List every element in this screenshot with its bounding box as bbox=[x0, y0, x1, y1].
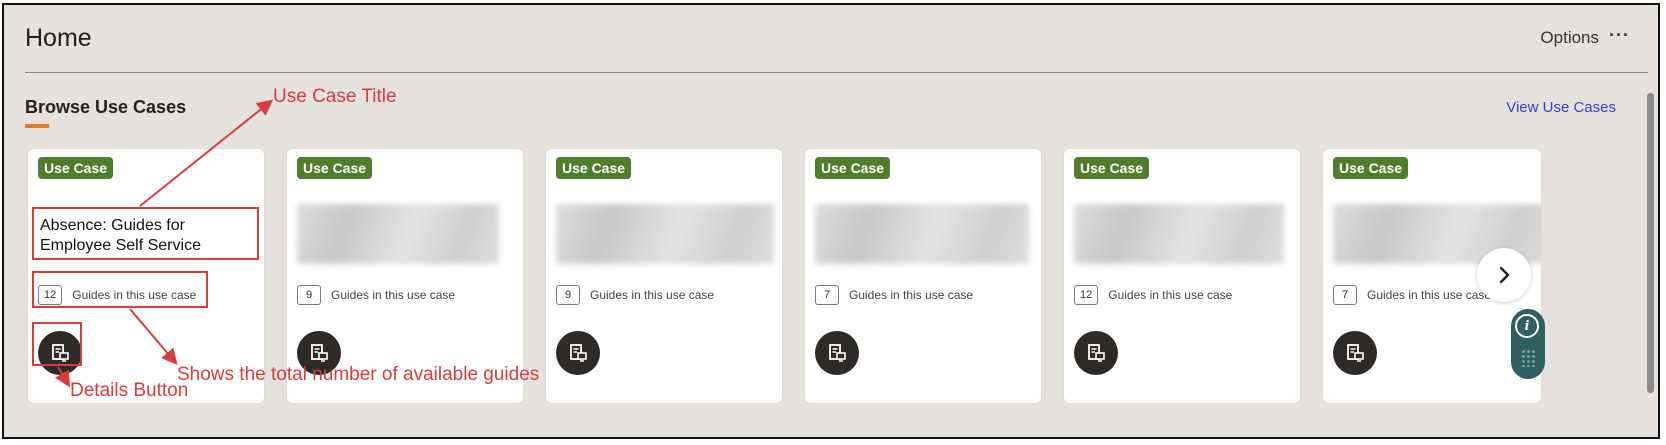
guides-info: 9 Guides in this use case bbox=[556, 285, 714, 305]
use-case-card[interactable]: Use Case 7 Guides in this use case bbox=[805, 149, 1041, 403]
guides-label: Guides in this use case bbox=[1367, 288, 1492, 302]
document-view-icon bbox=[1347, 344, 1364, 362]
annotation-title-box bbox=[32, 207, 259, 260]
details-button[interactable] bbox=[1333, 331, 1377, 375]
use-case-badge: Use Case bbox=[297, 157, 373, 179]
guides-label: Guides in this use case bbox=[331, 288, 456, 302]
guides-info: 12 Guides in this use case bbox=[1074, 285, 1232, 305]
use-case-badge: Use Case bbox=[1333, 157, 1409, 179]
use-case-title-blurred[interactable] bbox=[556, 204, 774, 264]
guides-info: 9 Guides in this use case bbox=[297, 285, 455, 305]
use-case-title-blurred[interactable] bbox=[815, 204, 1029, 264]
help-widget[interactable]: i bbox=[1511, 309, 1545, 379]
guides-info: 7 Guides in this use case bbox=[815, 285, 973, 305]
document-view-icon bbox=[570, 344, 587, 362]
view-use-cases-link[interactable]: View Use Cases bbox=[1506, 99, 1616, 116]
guides-label: Guides in this use case bbox=[590, 288, 715, 302]
document-view-icon bbox=[829, 344, 846, 362]
guides-count: 9 bbox=[297, 285, 321, 305]
guides-label: Guides in this use case bbox=[1108, 288, 1233, 302]
details-button[interactable] bbox=[1074, 331, 1118, 375]
use-case-title-blurred[interactable] bbox=[297, 204, 499, 264]
page-title: Home bbox=[25, 24, 92, 52]
use-case-title-blurred[interactable] bbox=[1074, 204, 1284, 264]
use-case-badge: Use Case bbox=[556, 157, 632, 179]
guides-label: Guides in this use case bbox=[849, 288, 974, 302]
annotation-total-guides: Shows the total number of available guid… bbox=[177, 364, 540, 385]
annotation-guides-box bbox=[32, 271, 208, 308]
info-icon[interactable]: i bbox=[1515, 314, 1539, 338]
guides-count: 12 bbox=[1074, 285, 1099, 305]
options-menu[interactable]: Options ··· bbox=[1540, 25, 1630, 48]
use-case-badge: Use Case bbox=[38, 157, 114, 179]
carousel-next-button[interactable] bbox=[1477, 248, 1531, 302]
grid-dots-icon[interactable] bbox=[1521, 349, 1535, 367]
chevron-right-icon bbox=[1499, 266, 1510, 284]
guides-count: 9 bbox=[556, 285, 580, 305]
annotation-use-case-title: Use Case Title bbox=[273, 86, 397, 107]
details-button[interactable] bbox=[556, 331, 600, 375]
use-case-badge: Use Case bbox=[1074, 157, 1150, 179]
document-view-icon bbox=[311, 344, 328, 362]
annotation-details-button: Details Button bbox=[70, 380, 189, 401]
more-dots-icon[interactable]: ··· bbox=[1609, 25, 1630, 46]
options-label: Options bbox=[1540, 28, 1600, 47]
use-case-card[interactable]: Use Case 9 Guides in this use case bbox=[546, 149, 782, 403]
document-view-icon bbox=[1088, 344, 1105, 362]
header-divider bbox=[25, 72, 1648, 73]
guides-info: 7 Guides in this use case bbox=[1333, 285, 1491, 305]
guides-count: 7 bbox=[815, 285, 839, 305]
guides-count: 7 bbox=[1333, 285, 1357, 305]
vertical-scrollbar[interactable] bbox=[1647, 93, 1654, 393]
section-title: Browse Use Cases bbox=[25, 97, 187, 117]
details-button[interactable] bbox=[815, 331, 859, 375]
annotation-details-box bbox=[32, 322, 82, 366]
use-case-badge: Use Case bbox=[815, 157, 891, 179]
use-case-card[interactable]: Use Case 12 Guides in this use case bbox=[1064, 149, 1300, 403]
section-underline bbox=[25, 124, 49, 128]
